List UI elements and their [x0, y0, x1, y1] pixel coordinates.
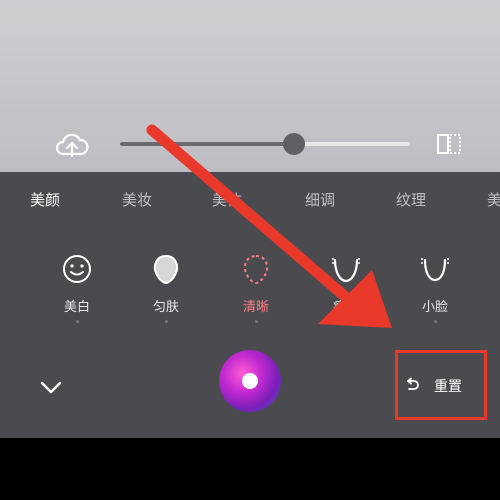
compare-icon[interactable] — [434, 129, 464, 159]
tool-label: 小脸 — [421, 300, 448, 315]
slider-fill — [120, 142, 294, 146]
tab-body[interactable]: 美体 — [212, 189, 242, 210]
slider-thumb[interactable] — [283, 133, 305, 155]
tool-label: 匀肤 — [152, 300, 179, 315]
beauty-tools: 美白 匀肤 清晰 瘦脸 小脸 — [0, 252, 500, 323]
tool-even-skin[interactable]: 匀肤 — [134, 252, 198, 323]
tool-label: 清晰 — [242, 300, 269, 315]
face-smile-icon — [63, 255, 91, 283]
chin-shape-icon — [332, 258, 360, 283]
tool-whitening[interactable]: 美白 — [45, 252, 109, 323]
tab-beauty[interactable]: 美颜 — [30, 189, 60, 210]
category-tabs: 美颜 美妆 美体 细调 纹理 美 — [0, 172, 500, 222]
tab-more[interactable]: 美 — [487, 189, 500, 210]
intensity-slider[interactable] — [120, 133, 410, 155]
tool-label: 瘦脸 — [332, 300, 359, 315]
tool-label: 美白 — [63, 300, 90, 315]
chevron-down-icon[interactable] — [38, 374, 64, 400]
intensity-row — [0, 120, 500, 170]
tool-slim-face[interactable]: 瘦脸 — [314, 252, 378, 323]
annotation-highlight-box — [395, 350, 487, 420]
tool-small-face[interactable]: 小脸 — [403, 252, 467, 323]
bottom-bar — [0, 438, 500, 500]
dotted-circle-icon — [243, 254, 269, 285]
egg-shape-icon — [153, 254, 179, 285]
capture-button[interactable] — [219, 350, 281, 412]
cloud-upload-icon[interactable] — [54, 130, 90, 160]
tab-texture[interactable]: 纹理 — [396, 189, 426, 210]
chin-shape-icon — [421, 258, 449, 282]
tab-fine-tune[interactable]: 细调 — [305, 189, 335, 210]
camera-preview — [0, 0, 500, 172]
capture-dot — [242, 373, 258, 389]
tool-clarity[interactable]: 清晰 — [224, 252, 288, 323]
tab-makeup[interactable]: 美妆 — [122, 189, 152, 210]
